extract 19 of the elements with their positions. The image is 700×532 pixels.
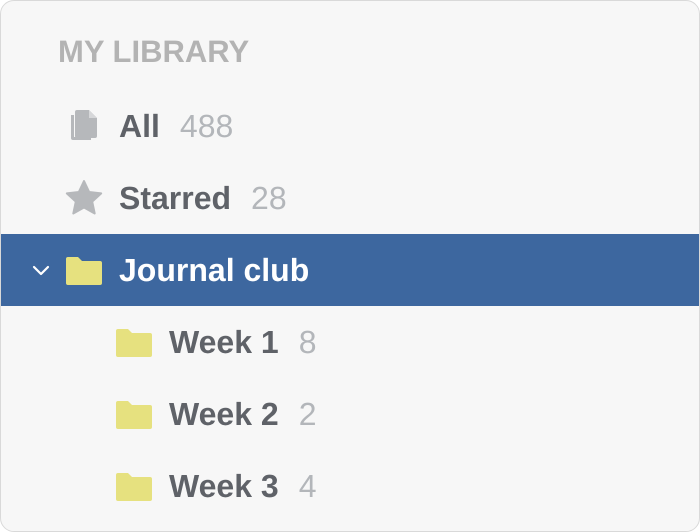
item-label: Week 3 (169, 468, 279, 504)
library-row[interactable]: Starred 28 (1, 162, 699, 234)
library-row[interactable]: All 488 (1, 90, 699, 162)
item-count: 28 (251, 180, 287, 216)
item-label: All (119, 108, 160, 144)
library-row[interactable]: Week 1 8 (1, 306, 699, 378)
item-label: Week 1 (169, 324, 279, 360)
library-row[interactable]: Week 3 4 (1, 450, 699, 522)
item-label: Journal club (119, 252, 310, 288)
star-icon (65, 179, 103, 217)
selected-row[interactable]: Journal club (1, 234, 699, 306)
item-count: 4 (298, 468, 316, 504)
item-label: Week 2 (169, 396, 279, 432)
library-row[interactable]: Week 2 2 (1, 378, 699, 450)
item-count: 488 (180, 108, 234, 144)
section-heading: MY LIBRARY (58, 34, 250, 71)
item-label: Starred (119, 180, 232, 216)
item-count: 8 (298, 324, 316, 360)
item-count: 2 (298, 396, 316, 432)
